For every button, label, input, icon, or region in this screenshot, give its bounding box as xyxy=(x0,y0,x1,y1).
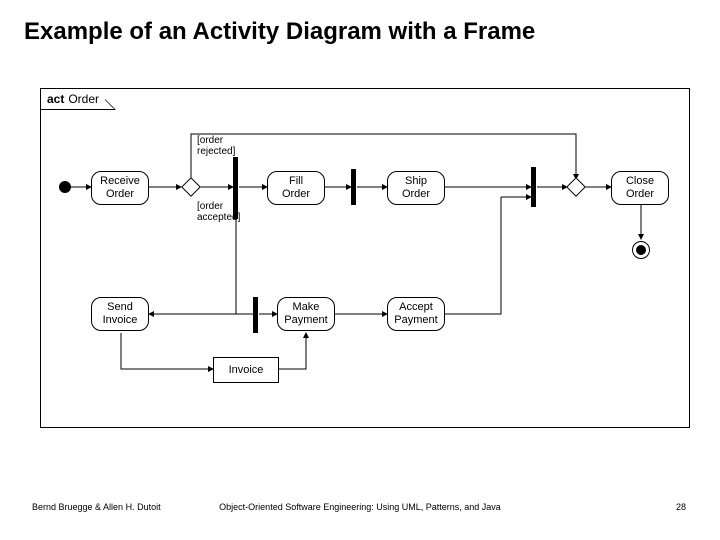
page-title: Example of an Activity Diagram with a Fr… xyxy=(0,0,720,46)
activity-send-invoice: SendInvoice xyxy=(91,297,149,331)
activity-ship-order: ShipOrder xyxy=(387,171,445,205)
activity-frame: act Order xyxy=(40,88,690,428)
sync-bar xyxy=(351,169,356,205)
final-node-icon xyxy=(632,241,650,259)
activity-fill-order: FillOrder xyxy=(267,171,325,205)
guard-accepted: [orderaccepted] xyxy=(197,201,240,223)
footer-page-number: 28 xyxy=(676,502,686,512)
object-node-invoice: Invoice xyxy=(213,357,279,383)
activity-receive-order: ReceiveOrder xyxy=(91,171,149,205)
activity-make-payment: MakePayment xyxy=(277,297,335,331)
edges xyxy=(41,89,691,429)
activity-accept-payment: AcceptPayment xyxy=(387,297,445,331)
join-bar xyxy=(531,167,536,207)
activity-close-order: CloseOrder xyxy=(611,171,669,205)
frame-tab: act Order xyxy=(40,88,116,110)
initial-node-icon xyxy=(59,181,71,193)
footer-authors: Bernd Bruegge & Allen H. Dutoit xyxy=(32,502,161,512)
merge-icon xyxy=(566,177,586,197)
fork-bar-lower xyxy=(253,297,258,333)
frame-name: Order xyxy=(68,92,99,106)
footer-book-title: Object-Oriented Software Engineering: Us… xyxy=(219,502,501,512)
guard-rejected: [orderrejected] xyxy=(197,135,235,157)
decision-icon xyxy=(181,177,201,197)
frame-keyword: act xyxy=(47,92,64,106)
